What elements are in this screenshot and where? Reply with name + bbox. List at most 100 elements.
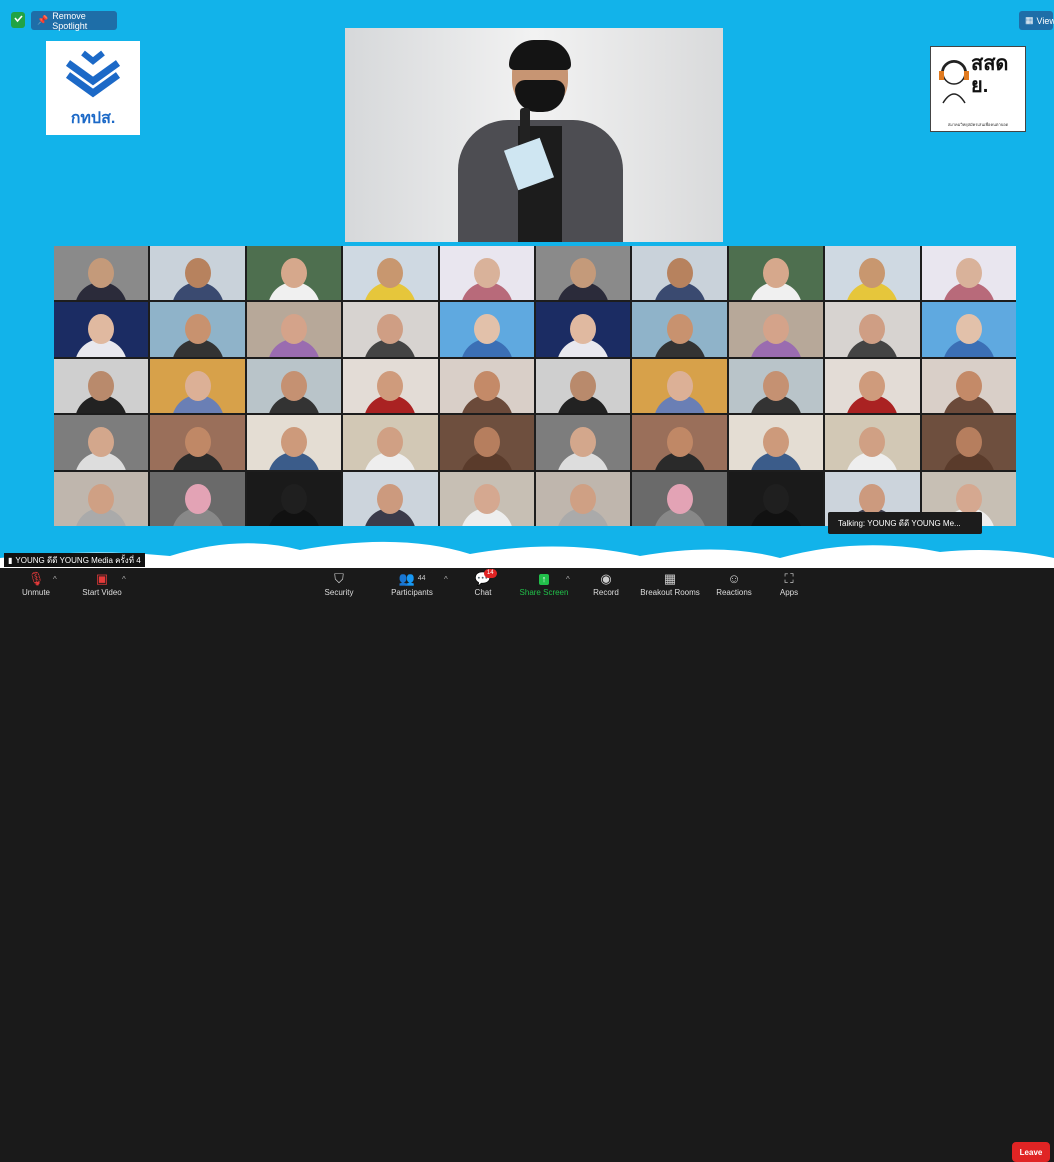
participant-face [473, 314, 500, 345]
security-label: Security [324, 588, 354, 597]
participant-face [280, 427, 307, 458]
participant-face [762, 314, 789, 345]
logo-right: สสดย. สมาคมวิทยุสมัครเล่นเพื่อคนตาบอด [930, 46, 1026, 132]
chat-label: Chat [474, 588, 492, 597]
reactions-button[interactable]: ☺ Reactions [712, 568, 756, 600]
participant-tile[interactable] [150, 302, 245, 357]
participant-tile[interactable] [439, 415, 534, 470]
audio-options-caret-icon[interactable]: ^ [53, 575, 57, 584]
participant-tile[interactable] [921, 246, 1016, 301]
participant-tile[interactable] [921, 415, 1016, 470]
participant-face [88, 427, 115, 458]
apps-icon: ⛶ [784, 571, 794, 586]
start-video-label: Start Video [82, 588, 122, 597]
view-button[interactable]: ▦ View [1019, 11, 1054, 30]
participant-tile[interactable] [150, 246, 245, 301]
participant-face [955, 370, 982, 401]
participant-tile[interactable] [921, 358, 1016, 414]
record-label: Record [593, 588, 619, 597]
participants-button[interactable]: 👥 44 Participants [384, 568, 440, 600]
participant-tile[interactable] [54, 471, 149, 526]
participant-tile[interactable] [54, 358, 149, 414]
talking-indicator: Talking: YOUNG ดีดี YOUNG Me... [828, 512, 982, 534]
logo-left: กทปส. [46, 41, 140, 135]
participant-face [184, 314, 211, 345]
signal-icon: ▮ [8, 555, 13, 565]
participant-tile[interactable] [825, 358, 920, 414]
participant-tile[interactable] [825, 415, 920, 470]
headphone-face-icon [937, 55, 971, 105]
participant-tile[interactable] [632, 246, 727, 301]
participant-tile[interactable] [536, 471, 631, 526]
share-options-caret-icon[interactable]: ^ [566, 575, 570, 584]
participant-tile[interactable] [632, 358, 727, 414]
participant-tile[interactable] [728, 302, 824, 357]
participant-tile[interactable] [632, 302, 727, 357]
participants-options-caret-icon[interactable]: ^ [444, 575, 448, 584]
participant-tile[interactable] [536, 358, 631, 414]
participant-tile[interactable] [246, 302, 342, 357]
participant-tile[interactable] [728, 415, 824, 470]
breakout-rooms-button[interactable]: ▦ Breakout Rooms [636, 568, 704, 600]
participant-face [377, 314, 404, 345]
participant-tile[interactable] [54, 415, 149, 470]
leave-button[interactable]: Leave [1012, 1142, 1050, 1162]
chat-button[interactable]: 💬 14 Chat [466, 568, 500, 600]
participant-tile[interactable] [439, 246, 534, 301]
participant-tile[interactable] [150, 358, 245, 414]
security-shield-icon[interactable] [11, 12, 25, 28]
participant-tile[interactable] [343, 358, 438, 414]
logo-right-text: สสดย. [971, 53, 1009, 97]
share-screen-label: Share Screen [519, 588, 569, 597]
participant-face [762, 370, 789, 401]
participant-face [666, 314, 693, 345]
participant-face [88, 314, 115, 345]
participant-tile[interactable] [246, 246, 342, 301]
grid-view-icon: ▦ [1025, 15, 1034, 25]
start-video-button[interactable]: ▣ Start Video [74, 568, 130, 600]
participant-tile[interactable] [246, 358, 342, 414]
record-button[interactable]: ◉ Record [588, 568, 624, 600]
participant-tile[interactable] [728, 358, 824, 414]
participant-face [570, 370, 597, 401]
participant-tile[interactable] [921, 302, 1016, 357]
participant-tile[interactable] [632, 415, 727, 470]
participant-tile[interactable] [343, 471, 438, 526]
participant-face [762, 257, 789, 288]
participant-face [280, 314, 307, 345]
view-label: View [1036, 15, 1054, 26]
record-icon: ◉ [600, 571, 612, 586]
participant-tile[interactable] [150, 415, 245, 470]
participant-tile[interactable] [825, 246, 920, 301]
share-screen-button[interactable]: ↑ Share Screen [516, 568, 572, 600]
remove-spotlight-button[interactable]: 📌 Remove Spotlight [31, 11, 117, 31]
reactions-icon: ☺ [727, 571, 741, 586]
participant-tile[interactable] [728, 246, 824, 301]
participant-tile[interactable] [246, 471, 342, 526]
logo-right-subtitle: สมาคมวิทยุสมัครเล่นเพื่อคนตาบอด [947, 122, 1009, 127]
participant-tile[interactable] [632, 471, 727, 526]
participant-tile[interactable] [439, 358, 534, 414]
participant-tile[interactable] [343, 415, 438, 470]
participant-face [955, 483, 982, 514]
security-button[interactable]: ⛉ Security [317, 568, 361, 600]
participant-tile[interactable] [343, 302, 438, 357]
participant-tile[interactable] [54, 302, 149, 357]
participant-tile[interactable] [343, 246, 438, 301]
participant-tile[interactable] [536, 415, 631, 470]
participant-tile[interactable] [536, 246, 631, 301]
participant-tile[interactable] [246, 415, 342, 470]
participant-tile[interactable] [536, 302, 631, 357]
participant-tile[interactable] [728, 471, 824, 526]
participant-tile[interactable] [54, 246, 149, 301]
participant-tile[interactable] [825, 302, 920, 357]
apps-label: Apps [779, 588, 799, 597]
participant-tile[interactable] [150, 471, 245, 526]
participant-face [377, 257, 404, 288]
apps-button[interactable]: ⛶ Apps [774, 568, 804, 600]
video-options-caret-icon[interactable]: ^ [122, 575, 126, 584]
participant-tile[interactable] [439, 471, 534, 526]
share-screen-icon: ↑ [538, 574, 550, 585]
unmute-button[interactable]: 🎙 Unmute [16, 568, 56, 600]
participant-tile[interactable] [439, 302, 534, 357]
